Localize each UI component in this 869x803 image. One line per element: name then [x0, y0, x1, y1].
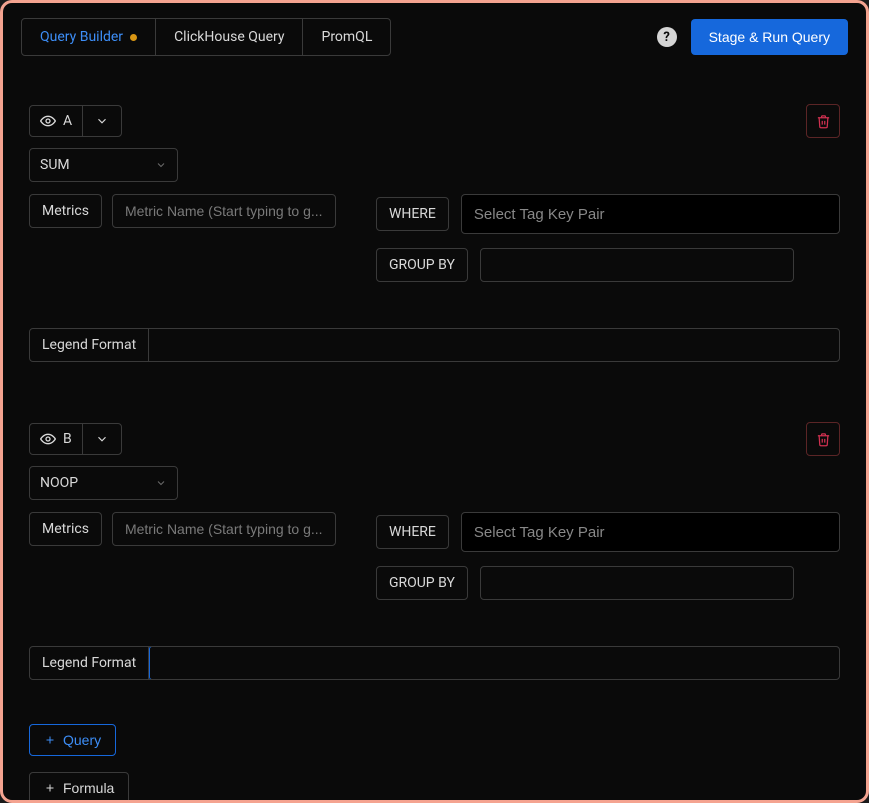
- button-label: Formula: [63, 780, 114, 796]
- chevron-down-icon: [155, 159, 167, 171]
- delete-block-a[interactable]: [806, 104, 840, 138]
- legend-format-label: Legend Format: [30, 329, 149, 361]
- collapse-b[interactable]: [83, 424, 121, 454]
- plus-icon: [44, 734, 56, 746]
- where-input-b[interactable]: [461, 512, 840, 552]
- toggle-visibility-b[interactable]: B: [30, 424, 83, 454]
- select-value: SUM: [40, 157, 70, 173]
- metrics-label: Metrics: [29, 194, 102, 228]
- trash-icon: [816, 432, 831, 447]
- chevron-down-icon: [155, 477, 167, 489]
- query-block-b: B NOOP: [21, 422, 848, 680]
- aggregation-select-b[interactable]: NOOP: [29, 466, 178, 500]
- dirty-dot-icon: [130, 34, 137, 41]
- button-label: Query: [63, 732, 101, 748]
- tab-query-builder[interactable]: Query Builder: [22, 19, 156, 55]
- collapse-a[interactable]: [83, 106, 121, 136]
- where-input-a[interactable]: [461, 194, 840, 234]
- plus-icon: [44, 782, 56, 794]
- eye-icon: [40, 431, 56, 447]
- metrics-label: Metrics: [29, 512, 102, 546]
- eye-icon: [40, 113, 56, 129]
- groupby-label: GROUP BY: [376, 566, 468, 600]
- select-value: NOOP: [40, 475, 78, 491]
- button-label: Stage & Run Query: [709, 29, 830, 45]
- chevron-down-icon: [95, 432, 109, 446]
- groupby-input-a[interactable]: [480, 248, 794, 282]
- add-query-button[interactable]: Query: [29, 724, 116, 756]
- query-block-a: A SUM: [21, 104, 848, 362]
- help-icon[interactable]: ?: [657, 27, 677, 47]
- aggregation-select-a[interactable]: SUM: [29, 148, 178, 182]
- trash-icon: [816, 114, 831, 129]
- add-formula-button[interactable]: Formula: [29, 772, 129, 803]
- groupby-input-b[interactable]: [480, 566, 794, 600]
- metric-input-b[interactable]: [112, 512, 336, 546]
- legend-input-a[interactable]: [149, 329, 839, 361]
- delete-block-b[interactable]: [806, 422, 840, 456]
- tab-label: ClickHouse Query: [174, 29, 284, 45]
- block-letter: A: [63, 113, 72, 129]
- legend-format-label: Legend Format: [30, 647, 149, 679]
- chevron-down-icon: [95, 114, 109, 128]
- stage-run-button[interactable]: Stage & Run Query: [691, 19, 848, 55]
- tab-promql[interactable]: PromQL: [303, 19, 390, 55]
- groupby-label: GROUP BY: [376, 248, 468, 282]
- tab-label: Query Builder: [40, 29, 123, 45]
- metric-input-a[interactable]: [112, 194, 336, 228]
- toggle-visibility-a[interactable]: A: [30, 106, 83, 136]
- block-letter: B: [63, 431, 72, 447]
- tab-label: PromQL: [321, 29, 372, 45]
- where-label: WHERE: [376, 197, 449, 231]
- where-label: WHERE: [376, 515, 449, 549]
- tab-clickhouse[interactable]: ClickHouse Query: [156, 19, 303, 55]
- legend-input-b[interactable]: [150, 647, 839, 679]
